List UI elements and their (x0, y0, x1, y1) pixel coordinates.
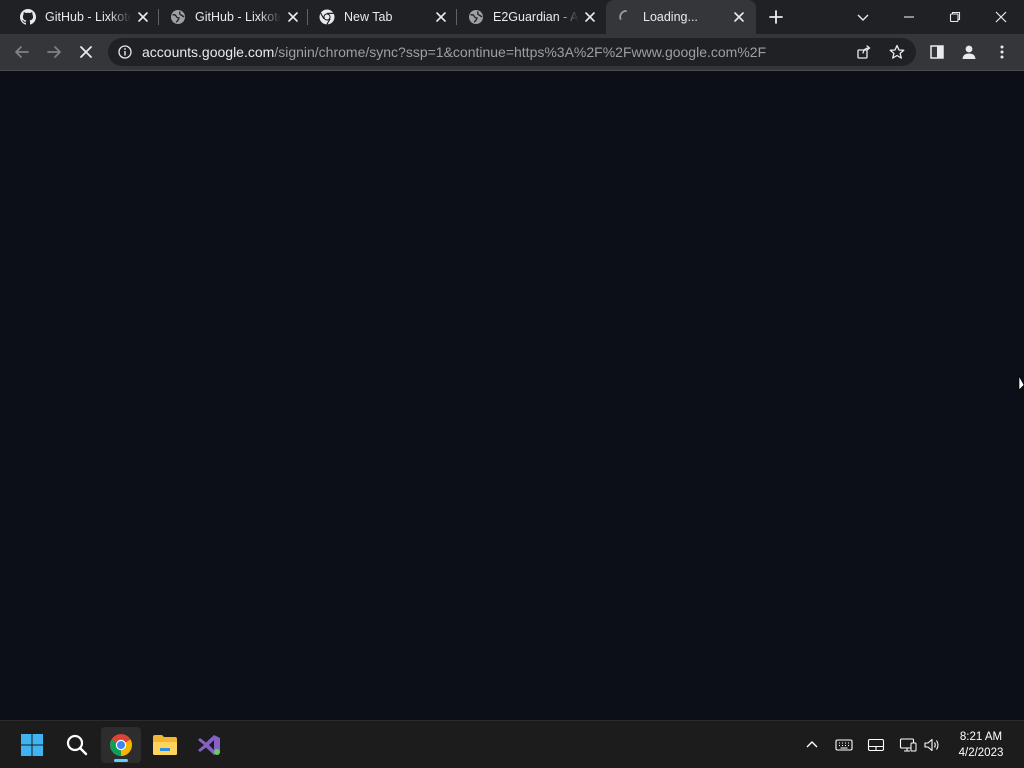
close-tab-icon[interactable] (583, 10, 597, 24)
profile-avatar-icon (962, 45, 976, 59)
active-app-indicator (114, 759, 128, 762)
start-button[interactable] (12, 727, 52, 763)
minimize-button[interactable] (897, 5, 921, 29)
windows-start-icon (21, 734, 43, 756)
tab-title: E2Guardian - Ac (493, 10, 579, 24)
tab-e2guardian[interactable]: E2Guardian - Ac (456, 0, 604, 34)
taskbar-visual-studio[interactable] (189, 727, 229, 763)
url-path: /signin/chrome/sync?ssp=1&continue=https… (274, 44, 767, 60)
volume-tray-button[interactable] (922, 735, 942, 755)
tab-new-tab[interactable]: New Tab (307, 0, 455, 34)
network-icon (899, 738, 917, 752)
share-icon[interactable] (856, 44, 872, 60)
chrome-icon (110, 734, 132, 756)
tab-title: Loading... (643, 10, 698, 24)
arrow-right-icon (47, 46, 61, 58)
url-text[interactable]: accounts.google.com/signin/chrome/sync?s… (142, 44, 782, 60)
close-icon (995, 11, 1007, 23)
github-icon (20, 9, 36, 25)
speaker-volume-icon (924, 738, 939, 752)
browser-toolbar: accounts.google.com/signin/chrome/sync?s… (0, 34, 1024, 71)
visual-studio-icon (198, 735, 220, 755)
globe-icon (171, 10, 185, 24)
site-info-icon[interactable] (118, 45, 132, 59)
taskbar-chrome[interactable] (101, 727, 141, 763)
show-hidden-icons-button[interactable] (802, 735, 822, 755)
forward-button[interactable] (44, 42, 64, 62)
tab-title: GitHub - Lixkote (195, 10, 281, 24)
chevron-up-icon (806, 741, 818, 748)
chevron-down-icon (857, 14, 869, 21)
tab-loading-active[interactable]: Loading... (606, 0, 756, 34)
search-icon (66, 734, 88, 756)
windows-taskbar: 8:21 AM 4/2/2023 (0, 720, 1024, 768)
close-window-button[interactable] (989, 5, 1013, 29)
stop-loading-button[interactable] (76, 42, 96, 62)
minimize-icon (904, 16, 914, 18)
kebab-menu-icon (1000, 45, 1004, 59)
side-panel-icon (930, 45, 944, 59)
taskbar-search-button[interactable] (57, 727, 97, 763)
address-bar[interactable]: accounts.google.com/signin/chrome/sync?s… (108, 38, 916, 66)
file-explorer-icon (153, 735, 177, 755)
new-tab-plus-icon[interactable] (766, 7, 786, 27)
clock-time: 8:21 AM (959, 731, 1003, 743)
input-tray-button[interactable] (866, 735, 886, 755)
tab-github-2[interactable]: GitHub - Lixkote (158, 0, 306, 34)
side-panel-button[interactable] (927, 42, 947, 62)
keyboard-icon (835, 739, 853, 751)
screen: GitHub - Lixkote GitHub - Lixkote New Ta… (0, 0, 1024, 768)
menu-button[interactable] (992, 42, 1012, 62)
touchpad-icon (867, 738, 885, 752)
globe-icon (469, 10, 483, 24)
taskbar-file-explorer[interactable] (145, 727, 185, 763)
clock-date: 4/2/2023 (958, 747, 1004, 759)
page-content (0, 71, 1024, 720)
restore-icon (949, 11, 961, 23)
network-tray-button[interactable] (898, 735, 918, 755)
stop-x-icon (80, 46, 92, 58)
keyboard-tray-button[interactable] (834, 735, 854, 755)
bookmark-star-icon[interactable] (889, 44, 905, 60)
url-host: accounts.google.com (142, 44, 275, 60)
chrome-icon (319, 9, 335, 25)
restore-button[interactable] (943, 5, 967, 29)
profile-button[interactable] (959, 42, 979, 62)
close-tab-icon[interactable] (732, 10, 746, 24)
tab-title: GitHub - Lixkote (45, 10, 131, 24)
back-button[interactable] (12, 42, 32, 62)
loading-spinner-icon (619, 10, 627, 20)
mouse-cursor-icon (1018, 375, 1024, 391)
close-tab-icon[interactable] (136, 10, 150, 24)
close-tab-icon[interactable] (434, 10, 448, 24)
arrow-left-icon (15, 46, 29, 58)
system-clock[interactable]: 8:21 AM 4/2/2023 (950, 729, 1012, 761)
tab-strip: GitHub - Lixkote GitHub - Lixkote New Ta… (0, 0, 1024, 34)
tab-search-button[interactable] (851, 5, 875, 29)
tab-github-1[interactable]: GitHub - Lixkote (8, 0, 156, 34)
tab-title: New Tab (344, 10, 393, 24)
close-tab-icon[interactable] (286, 10, 300, 24)
